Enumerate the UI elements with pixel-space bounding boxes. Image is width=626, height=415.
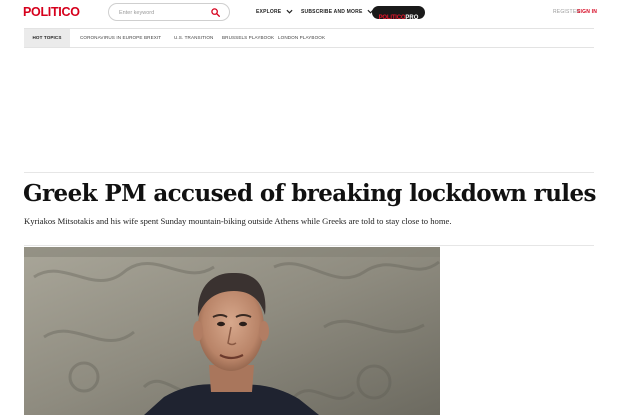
pro-suffix-label: PRO <box>405 15 419 21</box>
signin-link[interactable]: SIGN IN <box>577 9 597 15</box>
search-box[interactable] <box>108 3 230 21</box>
article-photo <box>24 247 440 415</box>
portrait-image <box>24 247 440 415</box>
pro-politico-label: POLITICO <box>378 15 406 21</box>
politico-pro-button[interactable]: POLITICOPRO <box>372 6 425 21</box>
subscribe-menu[interactable]: SUBSCRIBE AND MORE <box>301 9 374 15</box>
explore-menu[interactable]: EXPLORE <box>256 9 293 15</box>
subscribe-label: SUBSCRIBE AND MORE <box>301 9 363 15</box>
search-input[interactable] <box>119 7 209 18</box>
topic-link[interactable]: LONDON PLAYBOOK <box>278 29 325 47</box>
topic-link[interactable]: BRUSSELS PLAYBOOK <box>222 29 274 47</box>
topic-link[interactable]: BREXIT <box>144 29 161 47</box>
divider <box>24 245 594 246</box>
divider <box>24 172 594 173</box>
chevron-down-icon <box>286 9 293 14</box>
site-header: POLITICO EXPLORE SUBSCRIBE AND MORE POLI… <box>0 0 626 26</box>
search-icon[interactable] <box>211 8 220 17</box>
hot-topics-label: HOT TOPICS <box>24 29 70 47</box>
hot-topics-bar: HOT TOPICS CORONAVIRUS IN EUROPE BREXIT … <box>24 28 594 48</box>
politico-logo[interactable]: POLITICO <box>23 5 80 19</box>
article-dek: Kyriakos Mitsotakis and his wife spent S… <box>24 216 452 226</box>
topic-link[interactable]: U.S. TRANSITION <box>174 29 213 47</box>
article-headline: Greek PM accused of breaking lockdown ru… <box>23 180 596 207</box>
explore-label: EXPLORE <box>256 9 282 15</box>
topic-link[interactable]: CORONAVIRUS IN EUROPE <box>80 29 143 47</box>
